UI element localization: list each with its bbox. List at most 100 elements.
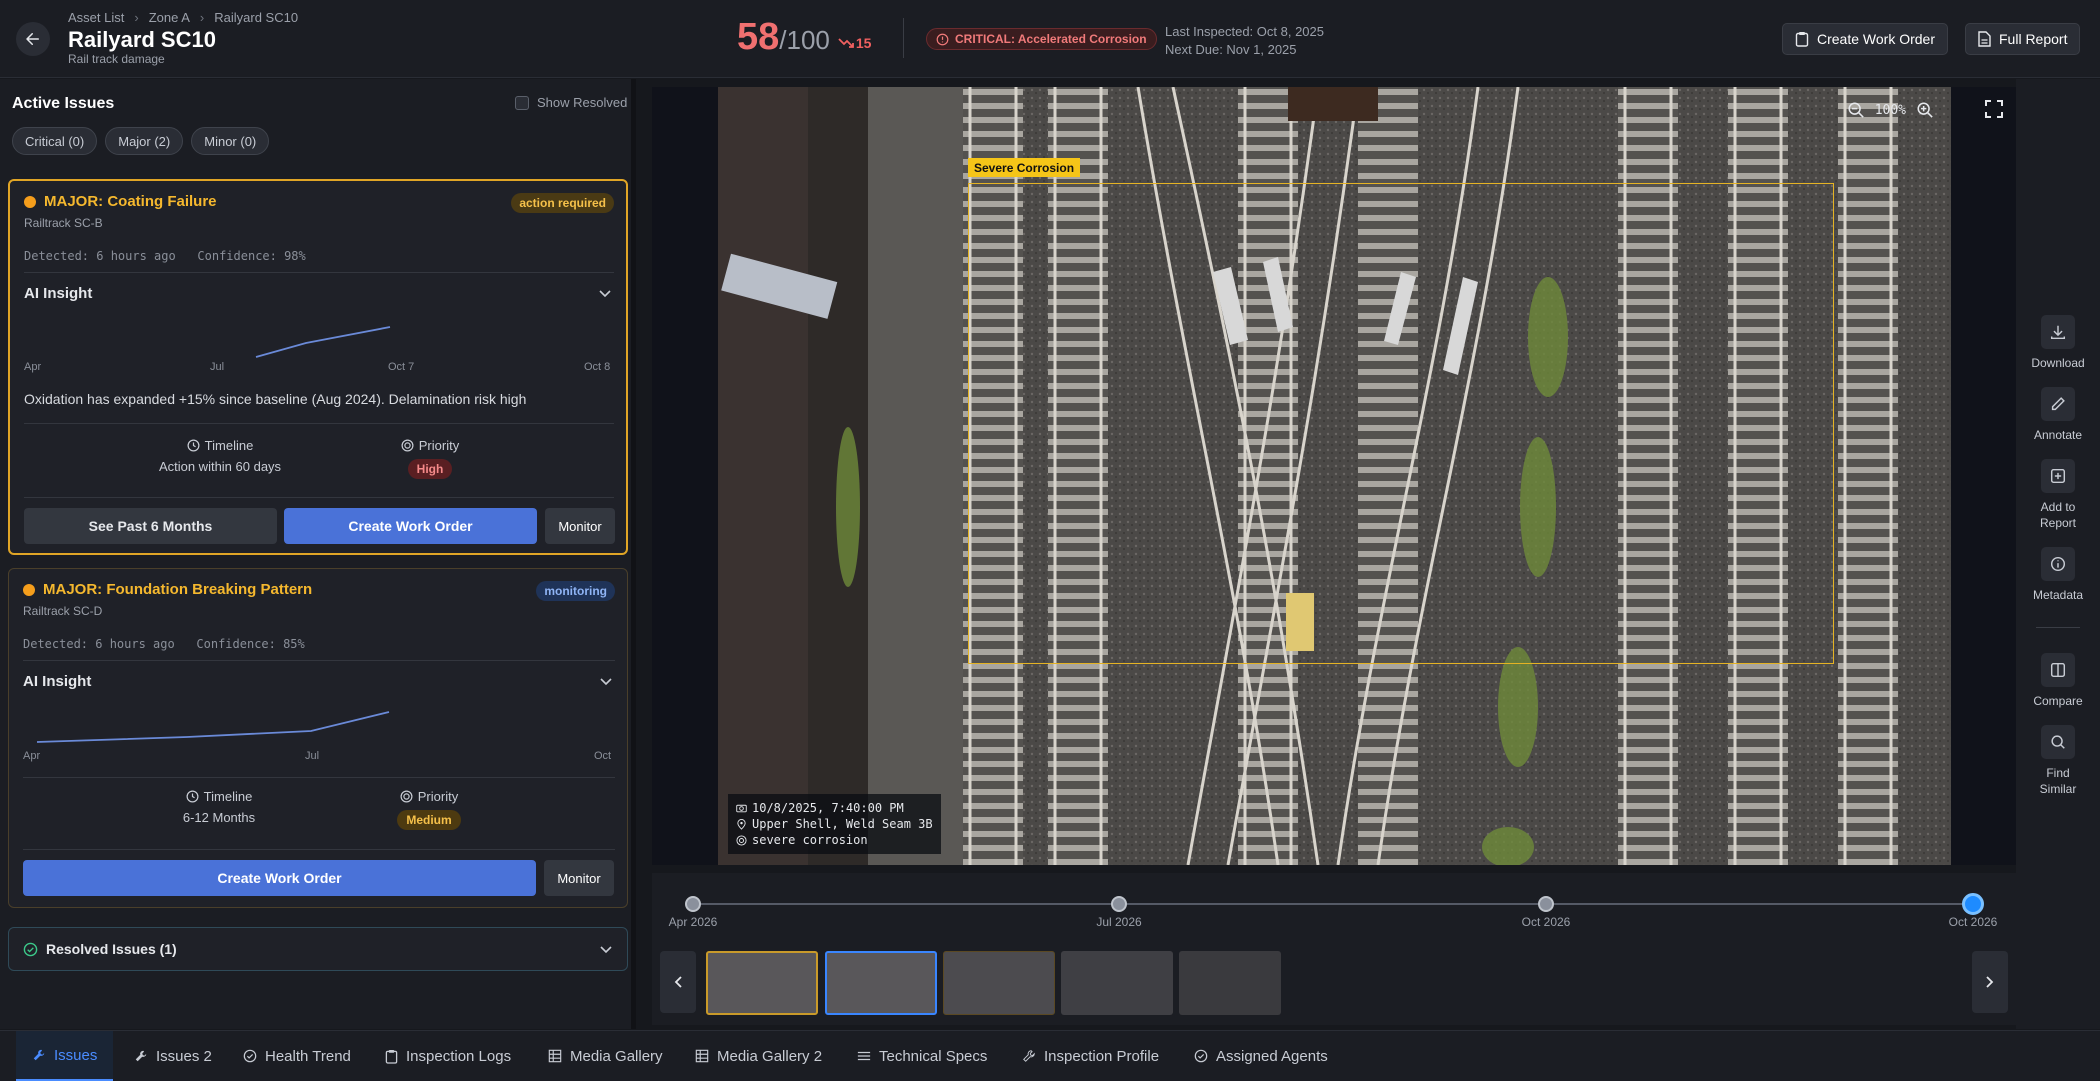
wrench-icon	[33, 1049, 45, 1061]
issues-panel: Active Issues Show Resolved Critical (0)…	[0, 79, 636, 1029]
timeline-node-active[interactable]	[1962, 893, 1984, 915]
trend-label-oct7: Oct 7	[388, 361, 415, 373]
score-value: 58	[737, 16, 780, 58]
clipboard-icon	[385, 1049, 398, 1064]
pencil-icon	[2051, 397, 2065, 411]
prev-thumbnail-button[interactable]	[660, 951, 696, 1013]
breadcrumb-zone[interactable]: Zone A	[149, 10, 190, 25]
map-pin-icon	[737, 818, 746, 830]
full-report-button[interactable]: Full Report	[1965, 23, 2081, 55]
timeline-label: Jul 2026	[1096, 915, 1142, 929]
chevron-down-icon[interactable]	[599, 677, 613, 687]
chevron-down-icon[interactable]	[599, 945, 613, 955]
monitor-button[interactable]: Monitor	[544, 860, 614, 896]
divider	[24, 272, 614, 273]
chevron-right-icon: ›	[199, 10, 205, 25]
grid-icon	[548, 1049, 562, 1063]
grid-icon	[695, 1049, 709, 1063]
breadcrumb-asset-list[interactable]: Asset List	[68, 10, 124, 25]
thumbnail[interactable]	[1061, 951, 1173, 1015]
page-title: Railyard SC10	[68, 27, 216, 52]
tab-inspection-logs[interactable]: Inspection Logs	[385, 1031, 511, 1081]
resolved-issues-header: Resolved Issues (1)	[23, 941, 177, 957]
inspection-photo[interactable]: Severe Corrosion 10/8/2025, 7:40:00 PM U…	[718, 87, 1951, 865]
filter-major[interactable]: Major (2)	[105, 127, 184, 155]
tab-inspection-profile[interactable]: Inspection Profile	[1022, 1031, 1159, 1081]
trend-label-oct8: Oct 8	[584, 361, 611, 373]
trend-label-jul: Jul	[305, 750, 320, 762]
rail-divider	[2036, 627, 2080, 628]
download-tool[interactable]: Download	[2016, 315, 2100, 371]
check-circle-icon	[23, 942, 38, 956]
tab-issues-2[interactable]: Issues 2	[134, 1031, 212, 1081]
trend-label-jul: Jul	[210, 361, 225, 373]
next-thumbnail-button[interactable]	[1972, 951, 2008, 1013]
tab-assigned-agents[interactable]: Assigned Agents	[1194, 1031, 1328, 1081]
timeline-track	[694, 903, 1974, 905]
metadata-tool[interactable]: Metadata	[2016, 547, 2100, 603]
filter-minor[interactable]: Minor (0)	[191, 127, 270, 155]
fullscreen-icon[interactable]	[1984, 99, 2004, 119]
full-report-label: Full Report	[1999, 31, 2068, 47]
thumbnail[interactable]	[943, 951, 1055, 1015]
severity-filters: Critical (0) Major (2) Minor (0)	[12, 127, 270, 155]
resolved-issues-section[interactable]: Resolved Issues (1)	[8, 927, 628, 971]
photo-metadata-overlay: 10/8/2025, 7:40:00 PM Upper Shell, Weld …	[728, 794, 941, 854]
thumbnail-strip	[652, 943, 2016, 1025]
chevron-left-icon	[674, 976, 682, 988]
capture-timeline: Apr 2026 Jul 2026 Oct 2026 Oct 2026	[652, 873, 2016, 945]
add-to-report-tool[interactable]: Add to Report	[2016, 459, 2100, 531]
find-similar-tool[interactable]: Find Similar	[2016, 725, 2100, 797]
annotate-tool[interactable]: Annotate	[2016, 387, 2100, 443]
zoom-out-icon[interactable]	[1847, 101, 1865, 119]
download-label: Download	[2031, 356, 2085, 370]
issue-card-foundation-breaking[interactable]: MAJOR: Foundation Breaking Pattern Railt…	[8, 568, 628, 908]
timeline-label: Oct 2026	[1521, 915, 1571, 929]
tab-media-gallery[interactable]: Media Gallery	[548, 1031, 663, 1081]
page-subtitle: Rail track damage	[68, 52, 165, 66]
divider	[24, 497, 614, 498]
timeline-label: Timeline	[203, 789, 253, 804]
image-viewer: Severe Corrosion 10/8/2025, 7:40:00 PM U…	[652, 87, 2016, 865]
create-work-order-button[interactable]: Create Work Order	[1782, 23, 1948, 55]
tab-media-gallery-2[interactable]: Media Gallery 2	[695, 1031, 822, 1081]
tab-technical-specs[interactable]: Technical Specs	[857, 1031, 987, 1081]
photo-location: Upper Shell, Weld Seam 3B	[752, 817, 933, 831]
timeline-label: Oct 2026	[1948, 915, 1998, 929]
filter-critical[interactable]: Critical (0)	[12, 127, 98, 155]
thumbnail[interactable]	[1179, 951, 1281, 1015]
zoom-in-icon[interactable]	[1916, 101, 1934, 119]
issue-location: Railtrack SC-D	[23, 604, 103, 618]
issue-card-coating-failure[interactable]: MAJOR: Coating Failure Railtrack SC-B ac…	[8, 179, 628, 555]
priority-badge: Medium	[397, 810, 461, 830]
priority-info: Priority Medium	[339, 789, 519, 830]
ai-insight-label: AI Insight	[24, 285, 93, 302]
detection-bounding-box[interactable]	[968, 183, 1834, 664]
chevron-down-icon[interactable]	[598, 289, 612, 299]
timeline-node[interactable]	[1538, 896, 1554, 912]
zoom-controls: 100%	[1847, 101, 1934, 119]
clock-icon	[187, 439, 200, 452]
create-work-order-label: Create Work Order	[1817, 31, 1935, 47]
tab-issues[interactable]: Issues	[16, 1031, 114, 1081]
show-resolved-checkbox[interactable]	[515, 95, 529, 110]
create-work-order-button[interactable]: Create Work Order	[284, 508, 537, 544]
issue-location: Railtrack SC-B	[24, 216, 103, 230]
thumbnail[interactable]	[706, 951, 818, 1015]
timeline-node[interactable]	[1111, 896, 1127, 912]
tab-health-trend[interactable]: Health Trend	[243, 1031, 351, 1081]
timeline-node[interactable]	[685, 896, 701, 912]
thumbnail-selected[interactable]	[825, 951, 937, 1015]
show-resolved-toggle[interactable]: Show Resolved	[515, 95, 627, 110]
see-past-6-months-button[interactable]: See Past 6 Months	[24, 508, 277, 544]
zoom-level: 100%	[1874, 102, 1906, 118]
resolved-issues-label: Resolved Issues (1)	[46, 941, 177, 957]
tab-label: Health Trend	[265, 1047, 351, 1065]
monitor-button[interactable]: Monitor	[545, 508, 615, 544]
timeline-info: Timeline 6-12 Months	[119, 789, 319, 825]
back-button[interactable]	[16, 22, 50, 56]
create-work-order-button[interactable]: Create Work Order	[23, 860, 536, 896]
compare-tool[interactable]: Compare	[2016, 653, 2100, 709]
detection-label: Severe Corrosion	[968, 158, 1081, 177]
metadata-label: Metadata	[2032, 588, 2084, 602]
